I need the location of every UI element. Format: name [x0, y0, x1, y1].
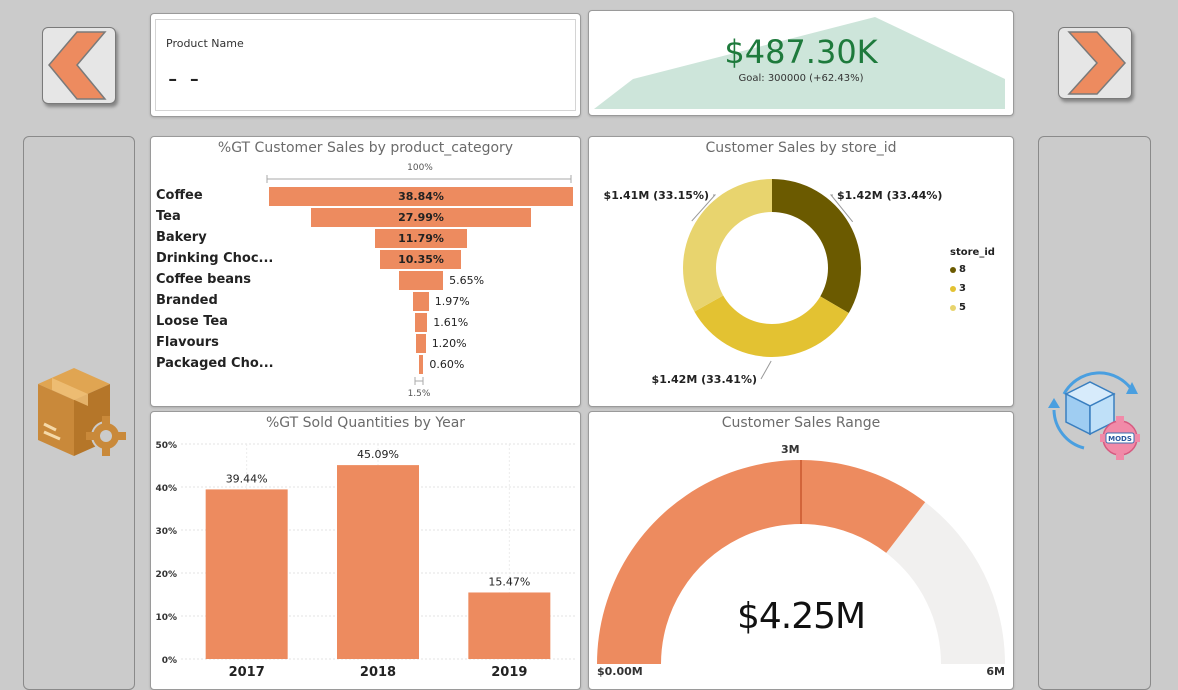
donut-data-label: $1.41M (33.15%) — [604, 189, 709, 202]
funnel-bar[interactable] — [398, 271, 444, 290]
funnel-bar[interactable] — [418, 355, 424, 374]
funnel-category-label: Flavours — [156, 335, 219, 350]
funnel-top-label: 100% — [407, 163, 433, 173]
funnel-bottom-label: 1.5% — [407, 389, 431, 399]
funnel-value-label: 27.99% — [398, 211, 444, 224]
year-bar[interactable] — [468, 592, 551, 659]
chevron-right-icon — [1067, 31, 1127, 95]
chevron-left-icon — [48, 31, 107, 100]
funnel-value-label: 1.20% — [431, 337, 467, 350]
gauge-value: $4.25M — [736, 596, 866, 637]
legend-label[interactable]: 8 — [959, 264, 966, 275]
gauge-target-label: 3M — [781, 443, 800, 456]
funnel-bar[interactable] — [416, 334, 426, 353]
product-name-card: Product Name - - — [150, 13, 581, 117]
legend-label[interactable]: 3 — [959, 283, 966, 294]
funnel-value-label: 0.60% — [429, 358, 465, 371]
donut-card: Customer Sales by store_id $1.42M (33.44… — [588, 136, 1014, 407]
gauge-max-label: 6M — [986, 665, 1005, 678]
y-tick-label: 50% — [155, 441, 177, 451]
x-category-label: 2017 — [229, 665, 265, 680]
funnel-category-label: Packaged Cho... — [156, 356, 274, 371]
gauge-min-label: $0.00M — [597, 665, 643, 678]
y-tick-label: 0% — [162, 656, 177, 666]
legend-label[interactable]: 5 — [959, 302, 966, 313]
funnel-card: %GT Customer Sales by product_category 1… — [150, 136, 581, 407]
donut-legend-title: store_id — [950, 247, 995, 258]
donut-chart: $1.42M (33.44%) $1.42M (33.41%) $1.41M (33… — [604, 179, 942, 386]
mods-cube-icon[interactable]: MODS — [1044, 364, 1146, 462]
funnel-category-label: Coffee beans — [156, 272, 252, 287]
funnel-category-label: Branded — [156, 293, 218, 308]
gauge-card: Customer Sales Range $4.25M $0.00M 6M 3M — [588, 411, 1014, 690]
gauge-chart — [597, 460, 1005, 664]
y-tick-label: 40% — [155, 484, 177, 494]
funnel-category-label: Loose Tea — [156, 314, 228, 329]
next-page-button[interactable] — [1058, 27, 1132, 99]
funnel-value-label: 5.65% — [449, 274, 485, 287]
legend-dot — [950, 305, 956, 311]
funnel-bottom-bracket — [414, 377, 424, 385]
funnel-value-label: 38.84% — [398, 190, 444, 203]
funnel-bar[interactable] — [414, 313, 428, 332]
legend-dot — [950, 267, 956, 273]
funnel-value-label: 10.35% — [398, 253, 444, 266]
y-tick-label: 30% — [155, 527, 177, 537]
funnel-value-label: 11.79% — [398, 232, 444, 245]
funnel-value-label: 1.97% — [434, 295, 470, 308]
x-category-label: 2018 — [360, 665, 396, 680]
year-bar[interactable] — [337, 465, 419, 659]
funnel-top-bracket — [266, 175, 572, 183]
funnel-bar[interactable] — [413, 292, 429, 311]
y-tick-label: 10% — [155, 613, 177, 623]
funnel-category-label: Tea — [156, 209, 181, 224]
funnel-category-label: Drinking Choc... — [156, 251, 274, 266]
sales-kpi-goal: Goal: 300000 (+62.43%) — [738, 73, 864, 84]
sales-kpi-card: $487.30K Goal: 300000 (+62.43%) — [588, 10, 1014, 116]
year-bar-value-label: 45.09% — [357, 448, 399, 461]
box-settings-icon[interactable] — [34, 364, 126, 460]
year-bar-card: %GT Sold Quantities by Year 0% 10% 20% 30% 4… — [150, 411, 581, 690]
year-bar-chart: 0% 10% 20% 30% 40% 50% 39.44% 2017 45.09% 2018 15.… — [155, 441, 575, 680]
donut-slice[interactable] — [694, 295, 849, 357]
product-name-label: Product Name — [166, 37, 244, 50]
donut-leader-line — [760, 360, 772, 380]
year-bar[interactable] — [205, 489, 288, 659]
donut-data-label: $1.42M (33.44%) — [837, 189, 942, 202]
previous-page-button[interactable] — [42, 27, 116, 104]
legend-dot — [950, 286, 956, 292]
x-category-label: 2019 — [491, 665, 527, 680]
funnel-title: %GT Customer Sales by product_category — [217, 140, 514, 156]
svg-text:MODS: MODS — [1108, 435, 1132, 443]
donut-data-label: $1.42M (33.41%) — [652, 373, 757, 386]
sales-kpi-value: $487.30K — [724, 33, 878, 71]
funnel-category-label: Bakery — [156, 230, 207, 245]
funnel-category-label: Coffee — [156, 188, 203, 203]
y-tick-label: 20% — [155, 570, 177, 580]
year-bar-value-label: 39.44% — [226, 472, 268, 485]
product-name-inner: Product Name - - — [155, 19, 576, 111]
year-bar-value-label: 15.47% — [488, 575, 530, 588]
product-name-value: - - — [168, 64, 202, 94]
funnel-value-label: 1.61% — [433, 316, 469, 329]
